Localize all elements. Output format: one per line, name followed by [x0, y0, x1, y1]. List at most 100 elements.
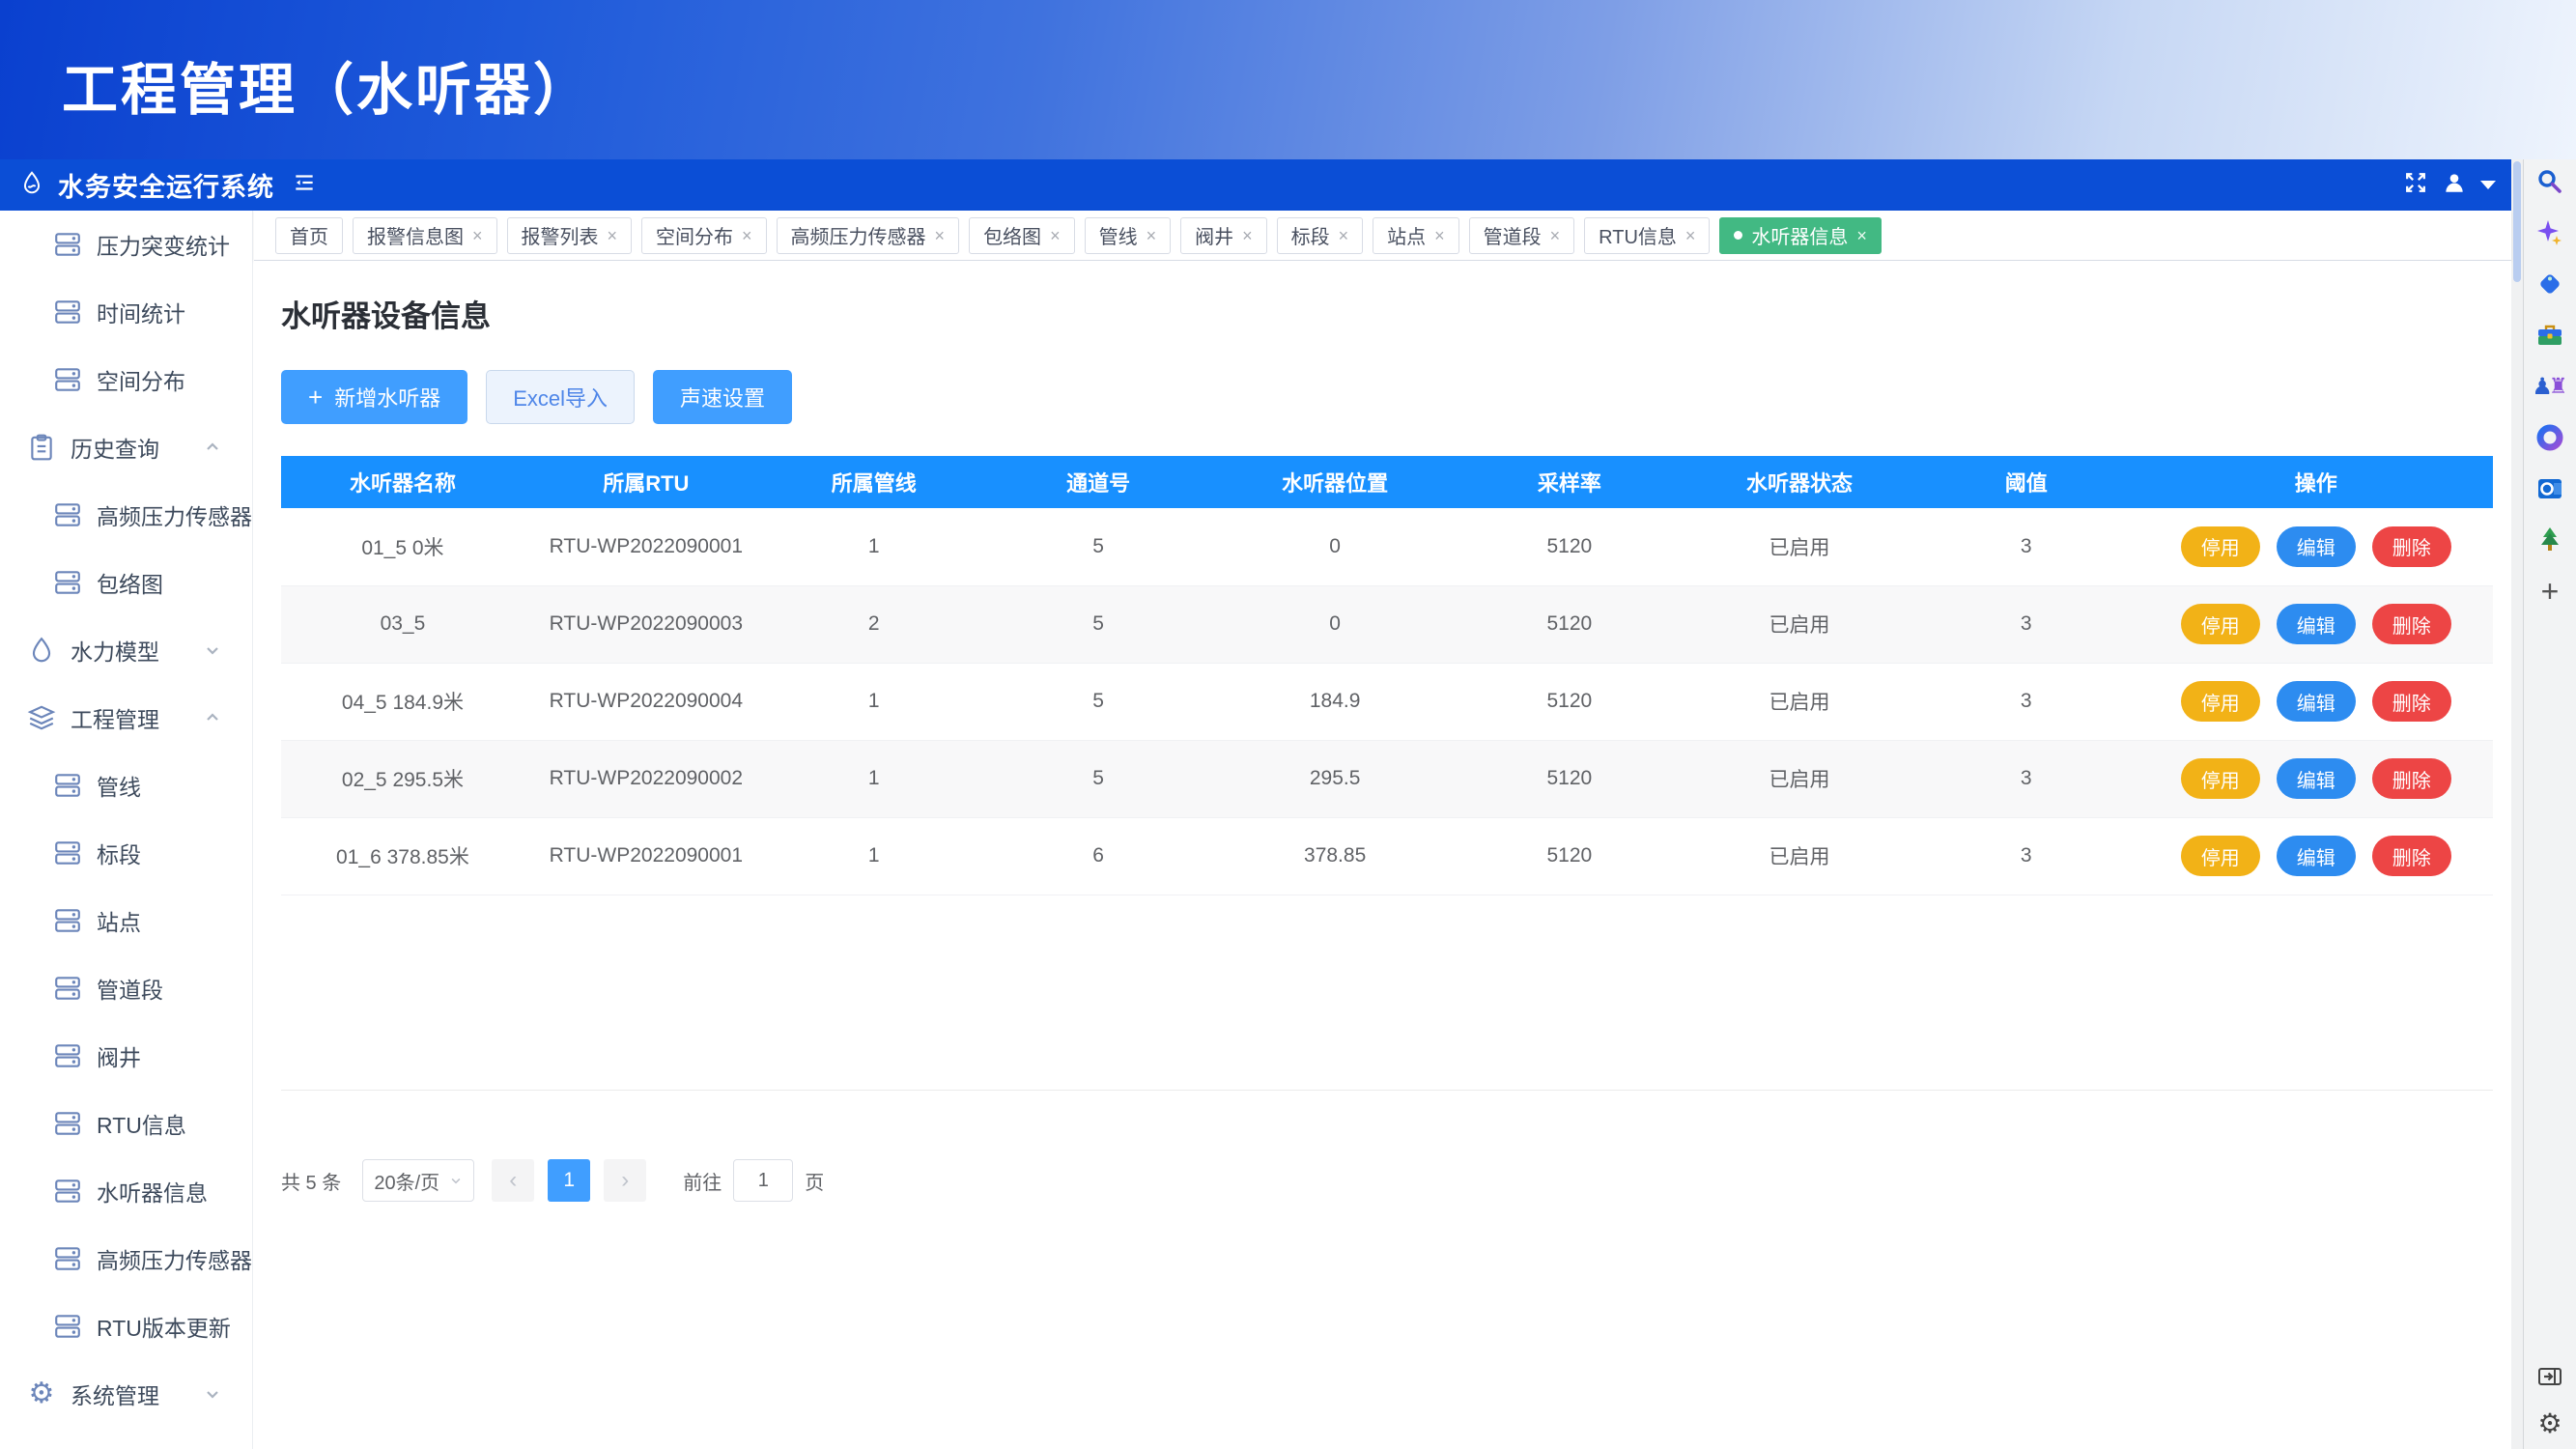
excel-import-button[interactable]: Excel导入 — [486, 370, 635, 424]
tab-pipe-segment[interactable]: 管道段× — [1469, 217, 1575, 254]
user-avatar-icon[interactable] — [2442, 170, 2467, 200]
tab-home[interactable]: 首页 — [275, 217, 343, 254]
tab-valve-well[interactable]: 阀井× — [1180, 217, 1267, 254]
table-row: 04_5 184.9米RTU-WP2022090004 15 184.95120… — [281, 663, 2493, 740]
tab-alarm-list[interactable]: 报警列表× — [507, 217, 633, 254]
sidebar-group-engineering-mgmt[interactable]: 工程管理 — [0, 684, 252, 752]
chevron-down-icon — [204, 1385, 221, 1403]
tab-envelope-chart[interactable]: 包络图× — [969, 217, 1075, 254]
sidebar-item-pipe-segment[interactable]: 管道段 — [0, 954, 252, 1022]
edit-button[interactable]: 编辑 — [2277, 526, 2356, 567]
sidebar-item-station[interactable]: 站点 — [0, 887, 252, 954]
close-icon[interactable]: × — [1856, 227, 1867, 244]
delete-button[interactable]: 删除 — [2372, 604, 2451, 644]
sidebar-item-hydrophone-info[interactable]: 水听器信息 — [0, 1157, 252, 1225]
main-content: 水听器设备信息 + 新增水听器 Excel导入 声速设置 水听器名称 所属RTU… — [254, 261, 2511, 1449]
sidebar-group-history-query[interactable]: 历史查询 — [0, 413, 252, 481]
sidebar-group-system-mgmt[interactable]: ⚙ 系统管理 — [0, 1360, 252, 1428]
tab-bid-section[interactable]: 标段× — [1277, 217, 1364, 254]
close-icon[interactable]: × — [1242, 227, 1253, 244]
table-row: 03_5RTU-WP2022090003 25 05120 已启用3 停用 编辑… — [281, 585, 2493, 663]
add-icon[interactable]: + — [2535, 577, 2564, 606]
sidebar-item-rtu-info[interactable]: RTU信息 — [0, 1090, 252, 1157]
chevron-down-icon — [204, 641, 221, 659]
app-title: 水务安全运行系统 — [58, 166, 274, 204]
search-icon[interactable] — [2535, 167, 2564, 196]
page-scrollbar[interactable] — [2511, 159, 2523, 1449]
delete-button[interactable]: 删除 — [2372, 836, 2451, 876]
goto-suffix: 页 — [805, 1167, 824, 1195]
sound-speed-settings-button[interactable]: 声速设置 — [653, 370, 792, 424]
disable-button[interactable]: 停用 — [2181, 836, 2260, 876]
copilot-sparkle-icon[interactable] — [2535, 218, 2564, 247]
sidebar-item-envelope-chart[interactable]: 包络图 — [0, 549, 252, 616]
shopping-tag-icon[interactable] — [2535, 270, 2564, 298]
sidebar-item-rtu-version-update[interactable]: RTU版本更新 — [0, 1293, 252, 1360]
edit-button[interactable]: 编辑 — [2277, 604, 2356, 644]
user-menu-caret-icon[interactable] — [2480, 181, 2496, 189]
delete-button[interactable]: 删除 — [2372, 681, 2451, 722]
sidebar-item-pipeline[interactable]: 管线 — [0, 752, 252, 819]
m365-icon[interactable] — [2535, 423, 2564, 452]
games-chess-icon[interactable]: ♟♜ — [2535, 372, 2564, 401]
chevron-up-icon — [204, 439, 221, 456]
goto-label: 前往 — [683, 1167, 722, 1195]
tab-pipeline[interactable]: 管线× — [1085, 217, 1172, 254]
tab-station[interactable]: 站点× — [1373, 217, 1459, 254]
table-header-row: 水听器名称 所属RTU 所属管线 通道号 水听器位置 采样率 水听器状态 阈值 … — [281, 456, 2493, 508]
prev-page-button[interactable]: ‹ — [492, 1159, 534, 1202]
sidebar-item-valve-well[interactable]: 阀井 — [0, 1022, 252, 1090]
page-size-select[interactable]: 20条/页 — [362, 1159, 474, 1202]
close-icon[interactable]: × — [1050, 227, 1061, 244]
edit-button[interactable]: 编辑 — [2277, 836, 2356, 876]
chevron-up-icon — [204, 709, 221, 726]
tab-hydrophone-info-active[interactable]: 水听器信息× — [1719, 217, 1882, 254]
close-icon[interactable]: × — [1146, 227, 1157, 244]
fullscreen-icon[interactable] — [2403, 170, 2428, 200]
open-sidebar-icon[interactable] — [2535, 1362, 2564, 1391]
sidebar-item-time-stats[interactable]: 时间统计 — [0, 278, 252, 346]
scrollbar-thumb[interactable] — [2513, 161, 2521, 282]
close-icon[interactable]: × — [935, 227, 946, 244]
close-icon[interactable]: × — [472, 227, 483, 244]
close-icon[interactable]: × — [1550, 227, 1561, 244]
table-row: 01_6 378.85米RTU-WP2022090001 16 378.8551… — [281, 817, 2493, 895]
delete-button[interactable]: 删除 — [2372, 526, 2451, 567]
goto-page-input[interactable] — [733, 1159, 793, 1202]
tree-icon[interactable] — [2535, 526, 2564, 554]
close-icon[interactable]: × — [608, 227, 618, 244]
current-page-button[interactable]: 1 — [548, 1159, 590, 1202]
next-page-button[interactable]: › — [604, 1159, 646, 1202]
tab-rtu-info[interactable]: RTU信息× — [1584, 217, 1710, 254]
disable-button[interactable]: 停用 — [2181, 604, 2260, 644]
sidebar-group-hydraulic-model[interactable]: 水力模型 — [0, 616, 252, 684]
tab-alarm-info-chart[interactable]: 报警信息图× — [353, 217, 497, 254]
tab-hf-pressure-sensor[interactable]: 高频压力传感器× — [777, 217, 960, 254]
disable-button[interactable]: 停用 — [2181, 526, 2260, 567]
sidebar-item-hf-pressure-sensor-mgmt[interactable]: 高频压力传感器 — [0, 1225, 252, 1293]
plus-icon: + — [308, 384, 323, 410]
sidebar-item-pressure-mutation-stats[interactable]: 压力突变统计 — [0, 211, 252, 278]
disable-button[interactable]: 停用 — [2181, 681, 2260, 722]
tab-spatial-distribution[interactable]: 空间分布× — [641, 217, 767, 254]
close-icon[interactable]: × — [1685, 227, 1696, 244]
close-icon[interactable]: × — [742, 227, 752, 244]
browser-sidebar: ♟♜ + ⚙ — [2523, 159, 2576, 1449]
sidebar-item-bid-section[interactable]: 标段 — [0, 819, 252, 887]
outlook-icon[interactable] — [2535, 474, 2564, 503]
settings-gear-icon[interactable]: ⚙ — [2535, 1408, 2564, 1437]
close-icon[interactable]: × — [1434, 227, 1445, 244]
collapse-menu-icon[interactable] — [292, 170, 317, 200]
toolbox-icon[interactable] — [2535, 321, 2564, 350]
app-sidebar: 压力突变统计 时间统计 空间分布 历史查询 高频压力传感器 包络图 水力模型 工… — [0, 211, 253, 1449]
page-banner: 工程管理（水听器） — [0, 0, 2576, 159]
close-icon[interactable]: × — [1339, 227, 1349, 244]
edit-button[interactable]: 编辑 — [2277, 758, 2356, 799]
add-hydrophone-button[interactable]: + 新增水听器 — [281, 370, 467, 424]
sidebar-item-hf-pressure-sensor[interactable]: 高频压力传感器 — [0, 481, 252, 549]
edit-button[interactable]: 编辑 — [2277, 681, 2356, 722]
chevron-down-icon — [449, 1174, 463, 1187]
sidebar-item-spatial-distribution[interactable]: 空间分布 — [0, 346, 252, 413]
delete-button[interactable]: 删除 — [2372, 758, 2451, 799]
disable-button[interactable]: 停用 — [2181, 758, 2260, 799]
